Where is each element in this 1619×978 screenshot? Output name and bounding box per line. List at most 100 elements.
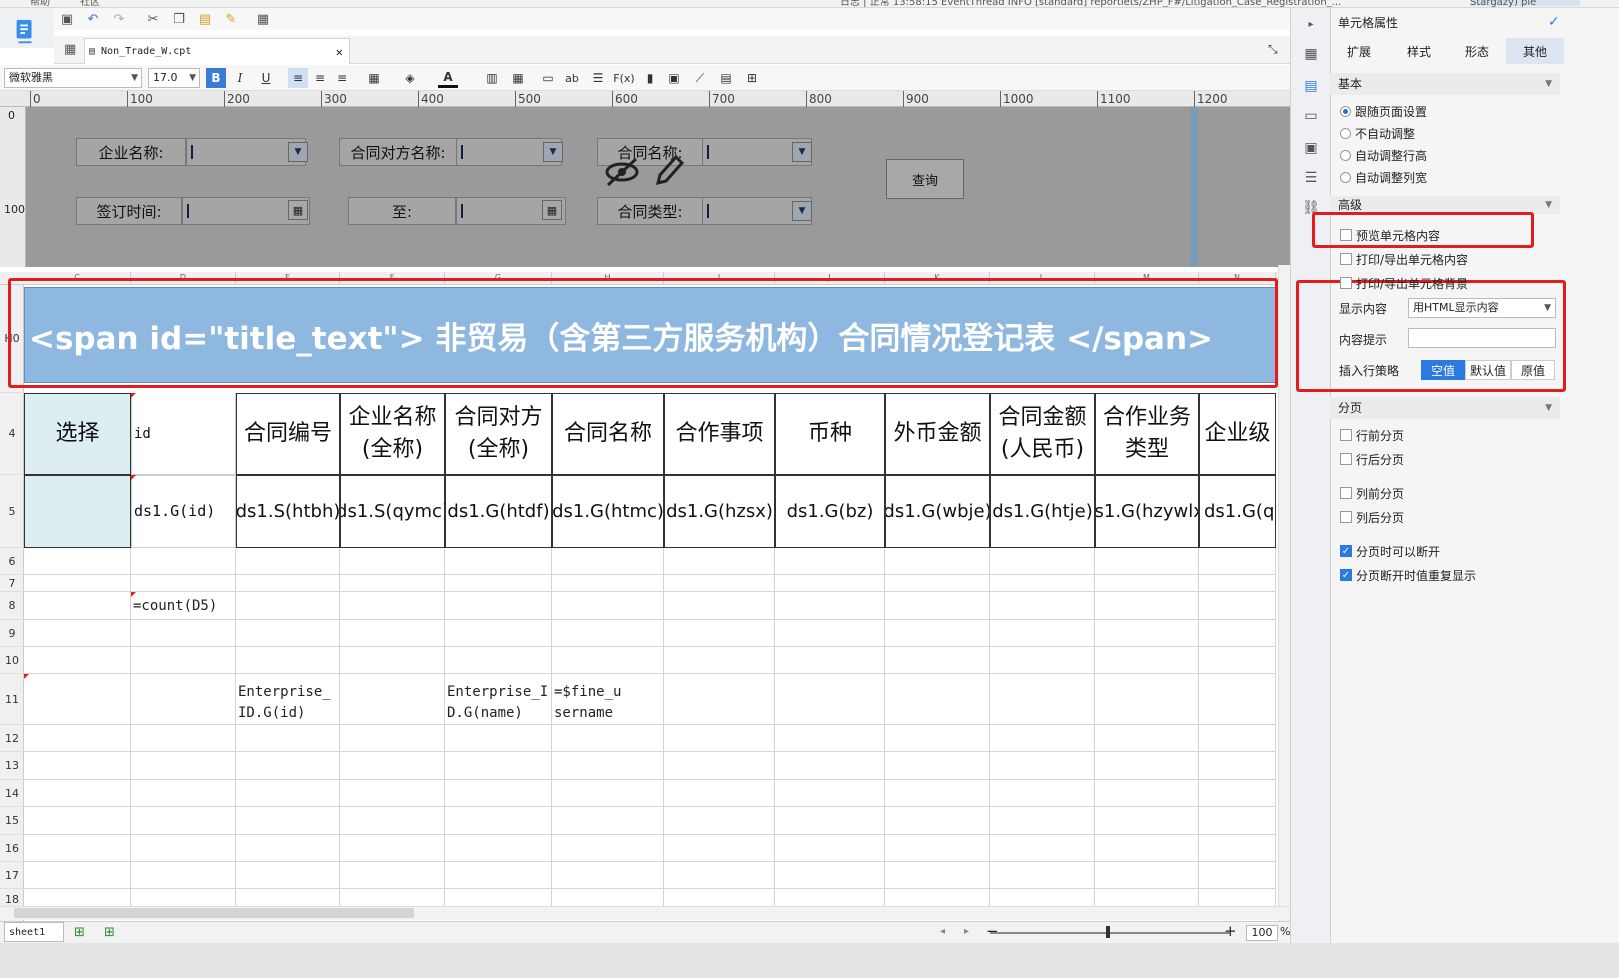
tab-style[interactable]: 样式 — [1390, 38, 1448, 64]
grid-cell[interactable] — [775, 548, 885, 575]
paging-option[interactable]: ✓ 分页时可以断开 — [1340, 542, 1440, 560]
grid-cell[interactable] — [1095, 575, 1199, 592]
paging-option[interactable]: ✓ 分页断开时值重复显示 — [1340, 566, 1476, 584]
row-number[interactable]: 4 — [0, 393, 24, 475]
grid-cell[interactable] — [1095, 647, 1199, 674]
grid-icon[interactable]: ▦ — [64, 42, 76, 57]
grid-cell[interactable] — [664, 575, 775, 592]
grid-cell[interactable] — [990, 752, 1095, 780]
header-cell[interactable]: id — [131, 393, 236, 475]
grid-cell[interactable] — [445, 780, 552, 807]
basic-option[interactable]: 自动调整行高 — [1340, 146, 1427, 164]
grid-cell[interactable] — [1095, 548, 1199, 575]
radio-button[interactable] — [1340, 171, 1351, 183]
grid-cell[interactable] — [1199, 592, 1276, 620]
grid-cell[interactable] — [131, 780, 236, 807]
grid-cell[interactable] — [445, 752, 552, 780]
grid-cell[interactable] — [445, 647, 552, 674]
grid-cell[interactable] — [131, 752, 236, 780]
calendar-icon[interactable]: ▦ — [288, 200, 308, 220]
data-cell[interactable]: ds1.G(id) — [131, 475, 236, 548]
underline-button[interactable]: U — [256, 68, 276, 88]
section-basic[interactable]: 基本 ▼ — [1330, 73, 1560, 95]
header-cell[interactable]: 合同编号 — [236, 393, 340, 475]
grid-cell[interactable] — [24, 647, 131, 674]
grid-cell[interactable] — [24, 835, 131, 862]
checkbox[interactable] — [1340, 277, 1352, 289]
grid-cell[interactable] — [885, 647, 990, 674]
grid-cell[interactable] — [236, 647, 340, 674]
advanced-option[interactable]: 打印/导出单元格背景 — [1340, 274, 1468, 292]
grid-cell[interactable] — [885, 862, 990, 889]
calendar-icon[interactable]: ▦ — [542, 200, 562, 220]
grid-cell[interactable] — [1095, 780, 1199, 807]
grid-cell[interactable] — [775, 862, 885, 889]
grid-cell[interactable] — [664, 807, 775, 835]
zoom-out-button[interactable]: − — [986, 922, 999, 940]
grid-cell[interactable] — [552, 835, 664, 862]
grid-cell[interactable] — [1199, 862, 1276, 889]
grid-cell[interactable] — [885, 548, 990, 575]
row-number[interactable]: 5 — [0, 475, 24, 548]
zoom-in-button[interactable]: + — [1224, 922, 1237, 940]
grid-cell[interactable] — [990, 575, 1095, 592]
paste-icon[interactable]: ▤ — [196, 11, 214, 27]
grid-cell[interactable] — [24, 862, 131, 889]
format-painter-icon[interactable]: ✎ — [222, 11, 240, 27]
panel-boundary-line[interactable] — [1190, 107, 1198, 267]
grid-cell[interactable] — [664, 862, 775, 889]
paging-option[interactable]: 行前分页 — [1340, 426, 1404, 444]
grid-cell[interactable] — [24, 725, 131, 752]
grid-cell[interactable] — [131, 862, 236, 889]
undo-icon[interactable]: ↶ — [84, 11, 102, 27]
grid-cell[interactable] — [990, 620, 1095, 647]
checkbox[interactable] — [1340, 253, 1352, 265]
enterprise-id-cell[interactable]: Enterprise_ID.G(id) — [238, 682, 338, 724]
grid-cell[interactable] — [775, 592, 885, 620]
save-icon[interactable]: ▣ — [58, 11, 76, 27]
grid-cell[interactable] — [24, 620, 131, 647]
tab-shape[interactable]: 形态 — [1448, 38, 1506, 64]
report-app-icon[interactable] — [10, 18, 40, 46]
grid-cell[interactable] — [24, 807, 131, 835]
grid-cell[interactable] — [664, 780, 775, 807]
add-sheet-icon[interactable]: ⊞ — [74, 925, 85, 940]
row-number[interactable]: 9 — [0, 620, 24, 647]
grid-cell[interactable] — [775, 725, 885, 752]
edit-pencil-icon[interactable] — [652, 153, 684, 187]
grid-cell[interactable] — [340, 647, 445, 674]
grid-cell[interactable] — [775, 752, 885, 780]
grid-cell[interactable] — [552, 780, 664, 807]
text-cell-icon[interactable]: ab — [562, 68, 582, 88]
grid-cell[interactable] — [552, 725, 664, 752]
dropdown-icon[interactable]: ▼ — [543, 142, 563, 162]
menu-community[interactable]: 社区 — [80, 0, 100, 7]
grid-cell[interactable] — [1095, 835, 1199, 862]
widget-settings-icon[interactable]: ▣ — [1301, 138, 1321, 158]
header-cell[interactable]: 合同对方(全称) — [445, 393, 552, 475]
grid-cell[interactable] — [990, 548, 1095, 575]
dropdown-icon[interactable]: ▼ — [792, 142, 812, 162]
checkbox[interactable] — [1340, 511, 1352, 523]
grid-cell[interactable] — [236, 862, 340, 889]
advanced-option[interactable]: 预览单元格内容 — [1340, 226, 1440, 244]
data-cell[interactable]: ds1.G(wbje) — [885, 475, 990, 548]
formula-icon[interactable]: F(x) — [613, 68, 634, 88]
rich-text-icon[interactable]: ☰ — [588, 68, 608, 88]
grid-cell[interactable] — [1199, 835, 1276, 862]
grid-cell[interactable] — [340, 575, 445, 592]
zoom-slider-thumb[interactable] — [1106, 926, 1110, 938]
table-icon[interactable]: ▦ — [508, 68, 528, 88]
tab-expand[interactable]: 扩展 — [1330, 38, 1388, 64]
data-cell[interactable] — [24, 475, 131, 548]
paging-option[interactable]: 列后分页 — [1340, 508, 1404, 526]
font-family-select[interactable]: 微软雅黑 ▼ — [4, 68, 142, 88]
grid-cell[interactable] — [340, 835, 445, 862]
grid-cell[interactable] — [885, 835, 990, 862]
slash-icon[interactable]: ⟋ — [690, 68, 710, 88]
data-cell[interactable]: ds1.G(bz) — [775, 475, 885, 548]
grid-cell[interactable] — [236, 620, 340, 647]
header-cell[interactable]: 合作业务类型 — [1095, 393, 1199, 475]
zoom-input[interactable]: 100 — [1246, 925, 1278, 941]
row-number[interactable]: 15 — [0, 807, 24, 835]
